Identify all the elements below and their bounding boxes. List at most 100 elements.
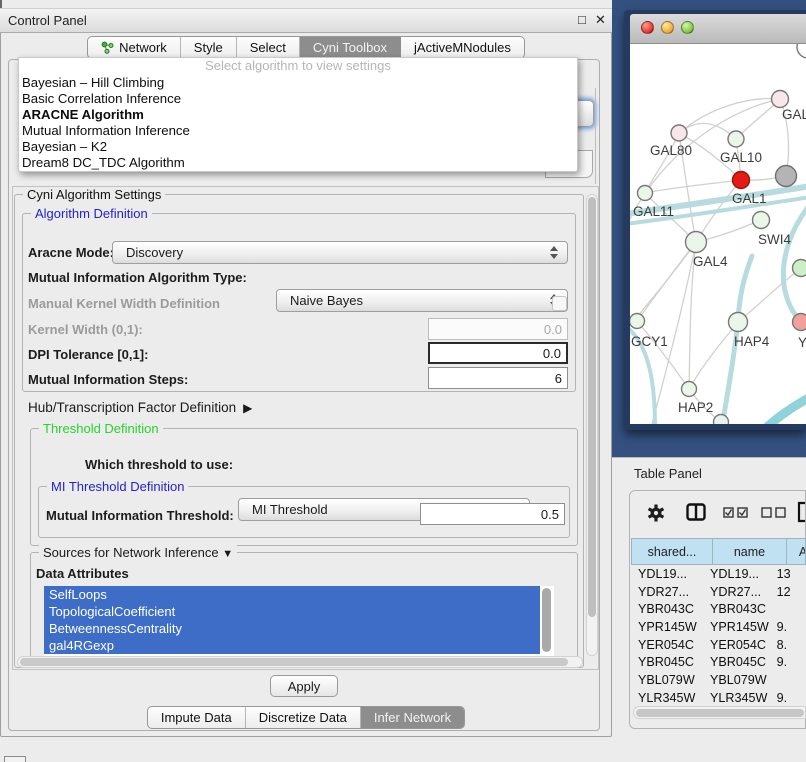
chevron-right-icon[interactable]: ▶ (243, 401, 252, 415)
manual-kernel-checkbox[interactable] (552, 296, 567, 311)
algorithm-dropdown-popup: Select algorithm to view settings Bayesi… (18, 57, 578, 172)
tab-cyni-toolbox[interactable]: Cyni Toolbox (300, 37, 401, 58)
algorithm-option[interactable]: Bayesian – K2 (19, 139, 577, 155)
select-all-checkboxes-icon[interactable] (723, 507, 749, 518)
table-row[interactable]: YLR345WYLR345W9. (631, 689, 806, 706)
table-row[interactable]: YBL079WYBL079W (631, 671, 806, 689)
dpi-tolerance-field[interactable]: 0.0 (428, 342, 568, 364)
network-icon (101, 41, 114, 54)
minimize-traffic-light-icon[interactable] (661, 21, 674, 34)
network-window-titlebar[interactable] (630, 14, 806, 44)
node-swi4[interactable] (753, 212, 770, 229)
node-label: GAL1 (732, 191, 767, 206)
zoom-traffic-light-icon[interactable] (681, 21, 694, 34)
settings-hscrollbar-track[interactable] (17, 656, 583, 668)
mi-algorithm-type-combo[interactable]: Naive Bayes (276, 289, 568, 312)
node-gal11[interactable] (638, 186, 653, 201)
mi-steps-label: Mutual Information Steps: (28, 372, 188, 387)
list-scrollbar[interactable] (542, 588, 551, 652)
gear-icon[interactable] (647, 504, 665, 522)
data-attributes-list[interactable]: SelfLoops TopologicalCoefficient Between… (44, 586, 554, 656)
node-gal10[interactable] (728, 131, 744, 147)
close-traffic-light-icon[interactable] (641, 21, 654, 34)
network-canvas[interactable]: GAL GAL80 GAL10 GAL1 GAL11 SWI4 GAL4 GCY… (630, 44, 806, 424)
manual-kernel-label: Manual Kernel Width Definition (28, 296, 220, 311)
node-gal-partial[interactable] (772, 91, 789, 108)
table-row[interactable]: YER054CYER054C8. (631, 636, 806, 654)
apply-button[interactable]: Apply (270, 675, 338, 697)
table-toolbar (631, 492, 805, 536)
close-icon[interactable]: ✕ (595, 12, 606, 28)
list-item[interactable]: BetweennessCentrality (44, 620, 540, 637)
minimized-panel-fragment[interactable] (4, 756, 26, 762)
tab-select[interactable]: Select (237, 37, 300, 58)
node-green-partial[interactable] (793, 260, 806, 277)
column-header-shared-name[interactable]: shared... (631, 538, 713, 565)
deselect-checkboxes-icon[interactable] (761, 507, 787, 518)
node-label: HAP2 (678, 400, 713, 415)
tab-jactivemnodules[interactable]: jActiveMNodules (401, 37, 524, 58)
column-header-name[interactable]: name (712, 538, 787, 565)
mi-type-label: Mutual Information Algorithm Type: (28, 270, 247, 285)
new-table-icon[interactable] (797, 501, 805, 523)
column-header-partial[interactable]: A (786, 538, 806, 565)
settings-hscrollbar-thumb[interactable] (20, 658, 568, 666)
node-gal4[interactable] (686, 232, 707, 253)
hub-factor-label: Hub/Transcription Factor Definition (28, 400, 236, 415)
tab-discretize-data[interactable]: Discretize Data (246, 707, 361, 728)
kernel-width-field[interactable]: 0.0 (428, 318, 568, 340)
mi-threshold-field[interactable]: 0.5 (420, 503, 565, 525)
data-attributes-label: Data Attributes (36, 566, 129, 581)
node-gal1[interactable] (733, 172, 750, 189)
tab-impute-data[interactable]: Impute Data (148, 707, 246, 728)
hub-factor-section-header[interactable]: Hub/Transcription Factor Definition ▶ (28, 400, 252, 415)
table-row[interactable]: YPR145WYPR145W9. (631, 618, 806, 636)
restore-icon[interactable]: □ (578, 12, 586, 27)
list-item[interactable]: gal4RGexp (44, 637, 540, 654)
algorithm-option[interactable]: Dream8 DC_TDC Algorithm (19, 155, 577, 171)
settings-vscrollbar-thumb[interactable] (588, 197, 596, 617)
node-bottom-partial[interactable] (714, 415, 729, 425)
sources-title: Sources for Network Inference (43, 545, 219, 560)
table-row[interactable]: YDR27...YDR27...12 (631, 583, 806, 601)
aracne-mode-combo[interactable]: Discovery (112, 241, 568, 264)
node-hap2[interactable] (682, 382, 697, 397)
algorithm-definition-title: Algorithm Definition (31, 206, 152, 221)
algorithm-option[interactable]: Basic Correlation Inference (19, 91, 577, 107)
table-body[interactable]: YDL19...YDL19...13 YDR27...YDR27...12 YB… (631, 565, 806, 706)
which-threshold-label: Which threshold to use: (85, 457, 233, 472)
node-gal80[interactable] (671, 125, 687, 141)
settings-group-title: Cyni Algorithm Settings (23, 187, 165, 202)
node-salmon[interactable] (793, 314, 806, 331)
table-row[interactable]: YDL19...YDL19...13 (631, 565, 806, 583)
table-row[interactable]: YBR043CYBR043C (631, 600, 806, 618)
node-gray[interactable] (776, 166, 797, 187)
node-hap4[interactable] (729, 313, 748, 332)
bottom-tabbar: Impute Data Discretize Data Infer Networ… (0, 706, 612, 729)
list-item[interactable]: SelfLoops (44, 586, 540, 603)
tab-infer-network[interactable]: Infer Network (361, 707, 464, 728)
table-hscrollbar-track[interactable] (633, 706, 806, 719)
mi-steps-field[interactable]: 6 (428, 367, 568, 389)
screen: Control Panel □ ✕ Network Style Select C… (0, 0, 806, 762)
network-node-labels: GAL GAL80 GAL10 GAL1 GAL11 SWI4 GAL4 GCY… (631, 107, 806, 415)
node-partial[interactable] (797, 44, 806, 58)
algorithm-option-selected[interactable]: ARACNE Algorithm (19, 107, 577, 123)
chevron-down-icon[interactable]: ▼ (222, 548, 233, 560)
network-graph: GAL GAL80 GAL10 GAL1 GAL11 SWI4 GAL4 GCY… (630, 44, 806, 424)
settings-vscrollbar-track[interactable] (586, 194, 598, 656)
tab-style[interactable]: Style (181, 37, 237, 58)
node-label: HAP4 (734, 334, 770, 349)
columns-icon[interactable] (686, 503, 706, 521)
table-panel-title: Table Panel (634, 466, 702, 481)
control-panel-titlebar[interactable]: Control Panel □ ✕ (0, 8, 612, 33)
list-item[interactable]: TopologicalCoefficient (44, 603, 540, 620)
algorithm-option[interactable]: Bayesian – Hill Climbing (19, 75, 577, 91)
node-label: Y (798, 335, 806, 350)
algorithm-option[interactable]: Mutual Information Inference (19, 123, 577, 139)
table-row[interactable]: YBR045CYBR045C9. (631, 653, 806, 671)
node-label: GAL11 (633, 204, 674, 219)
table-hscrollbar-thumb[interactable] (636, 709, 804, 717)
tab-network[interactable]: Network (88, 37, 181, 58)
node-gcy1[interactable] (630, 314, 645, 329)
